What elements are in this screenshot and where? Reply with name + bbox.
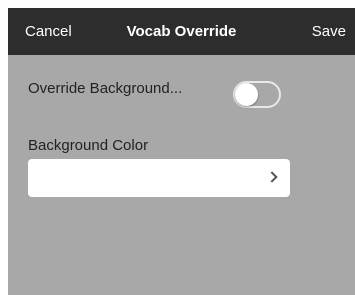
save-button[interactable]: Save (312, 23, 346, 40)
page-title: Vocab Override (126, 23, 237, 40)
background-color-selector[interactable] (28, 159, 290, 197)
chevron-right-icon (266, 171, 278, 183)
background-color-label: Background Color (28, 137, 149, 154)
toggle-knob (235, 83, 258, 106)
vocab-override-panel: Cancel Vocab Override Save Override Back… (8, 8, 355, 295)
override-background-label: Override Background... (28, 80, 183, 97)
navigation-bar: Cancel Vocab Override Save (8, 8, 355, 55)
override-background-toggle[interactable] (233, 81, 281, 108)
